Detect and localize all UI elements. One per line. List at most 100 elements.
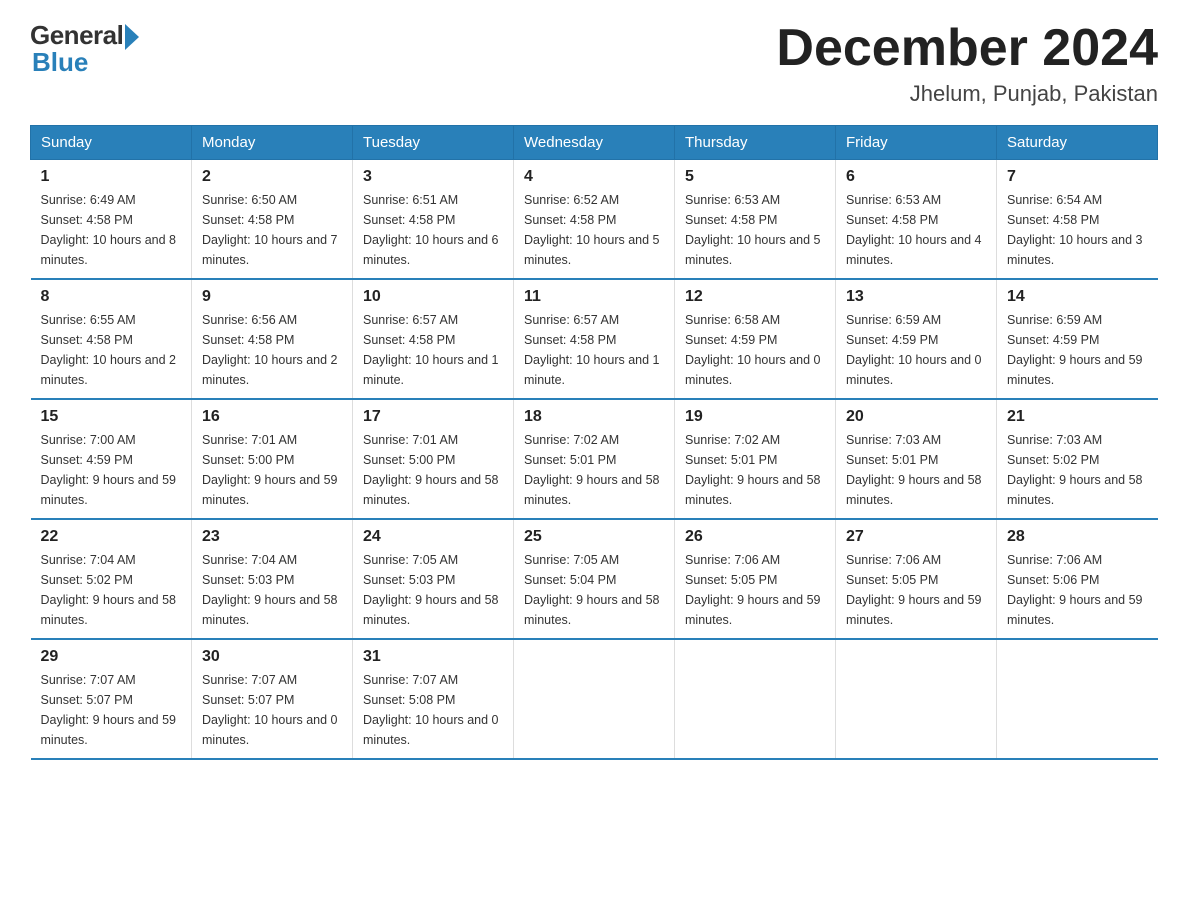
col-header-thursday: Thursday <box>675 126 836 160</box>
day-cell: 29 Sunrise: 7:07 AMSunset: 5:07 PMDaylig… <box>31 639 192 759</box>
day-cell: 24 Sunrise: 7:05 AMSunset: 5:03 PMDaylig… <box>353 519 514 639</box>
day-cell: 18 Sunrise: 7:02 AMSunset: 5:01 PMDaylig… <box>514 399 675 519</box>
day-info: Sunrise: 7:02 AMSunset: 5:01 PMDaylight:… <box>524 430 664 510</box>
day-number: 11 <box>524 288 664 306</box>
day-info: Sunrise: 6:50 AMSunset: 4:58 PMDaylight:… <box>202 190 342 270</box>
day-number: 27 <box>846 528 986 546</box>
day-number: 31 <box>363 648 503 666</box>
day-cell: 22 Sunrise: 7:04 AMSunset: 5:02 PMDaylig… <box>31 519 192 639</box>
week-row-5: 29 Sunrise: 7:07 AMSunset: 5:07 PMDaylig… <box>31 639 1158 759</box>
day-info: Sunrise: 7:07 AMSunset: 5:08 PMDaylight:… <box>363 670 503 750</box>
day-info: Sunrise: 7:05 AMSunset: 5:03 PMDaylight:… <box>363 550 503 630</box>
day-cell: 19 Sunrise: 7:02 AMSunset: 5:01 PMDaylig… <box>675 399 836 519</box>
day-number: 7 <box>1007 168 1148 186</box>
calendar-table: SundayMondayTuesdayWednesdayThursdayFrid… <box>30 125 1158 760</box>
day-cell: 16 Sunrise: 7:01 AMSunset: 5:00 PMDaylig… <box>192 399 353 519</box>
title-area: December 2024 Jhelum, Punjab, Pakistan <box>776 20 1158 107</box>
day-cell: 28 Sunrise: 7:06 AMSunset: 5:06 PMDaylig… <box>997 519 1158 639</box>
day-cell: 5 Sunrise: 6:53 AMSunset: 4:58 PMDayligh… <box>675 160 836 280</box>
day-cell: 12 Sunrise: 6:58 AMSunset: 4:59 PMDaylig… <box>675 279 836 399</box>
logo-arrow-icon <box>125 24 139 50</box>
day-cell: 11 Sunrise: 6:57 AMSunset: 4:58 PMDaylig… <box>514 279 675 399</box>
day-info: Sunrise: 7:01 AMSunset: 5:00 PMDaylight:… <box>202 430 342 510</box>
day-cell <box>675 639 836 759</box>
day-number: 16 <box>202 408 342 426</box>
day-number: 9 <box>202 288 342 306</box>
day-cell: 17 Sunrise: 7:01 AMSunset: 5:00 PMDaylig… <box>353 399 514 519</box>
week-row-2: 8 Sunrise: 6:55 AMSunset: 4:58 PMDayligh… <box>31 279 1158 399</box>
day-number: 18 <box>524 408 664 426</box>
day-number: 23 <box>202 528 342 546</box>
day-info: Sunrise: 7:04 AMSunset: 5:03 PMDaylight:… <box>202 550 342 630</box>
day-cell: 31 Sunrise: 7:07 AMSunset: 5:08 PMDaylig… <box>353 639 514 759</box>
day-number: 6 <box>846 168 986 186</box>
day-cell: 21 Sunrise: 7:03 AMSunset: 5:02 PMDaylig… <box>997 399 1158 519</box>
day-number: 19 <box>685 408 825 426</box>
col-header-friday: Friday <box>836 126 997 160</box>
day-number: 30 <box>202 648 342 666</box>
day-info: Sunrise: 6:49 AMSunset: 4:58 PMDaylight:… <box>41 190 182 270</box>
day-cell: 27 Sunrise: 7:06 AMSunset: 5:05 PMDaylig… <box>836 519 997 639</box>
day-cell: 23 Sunrise: 7:04 AMSunset: 5:03 PMDaylig… <box>192 519 353 639</box>
day-cell: 26 Sunrise: 7:06 AMSunset: 5:05 PMDaylig… <box>675 519 836 639</box>
day-info: Sunrise: 6:55 AMSunset: 4:58 PMDaylight:… <box>41 310 182 390</box>
day-info: Sunrise: 7:02 AMSunset: 5:01 PMDaylight:… <box>685 430 825 510</box>
day-info: Sunrise: 6:57 AMSunset: 4:58 PMDaylight:… <box>363 310 503 390</box>
day-info: Sunrise: 7:07 AMSunset: 5:07 PMDaylight:… <box>41 670 182 750</box>
day-cell: 3 Sunrise: 6:51 AMSunset: 4:58 PMDayligh… <box>353 160 514 280</box>
day-cell: 7 Sunrise: 6:54 AMSunset: 4:58 PMDayligh… <box>997 160 1158 280</box>
day-number: 28 <box>1007 528 1148 546</box>
day-info: Sunrise: 7:05 AMSunset: 5:04 PMDaylight:… <box>524 550 664 630</box>
day-info: Sunrise: 6:57 AMSunset: 4:58 PMDaylight:… <box>524 310 664 390</box>
day-number: 29 <box>41 648 182 666</box>
day-number: 26 <box>685 528 825 546</box>
col-header-saturday: Saturday <box>997 126 1158 160</box>
day-number: 15 <box>41 408 182 426</box>
day-number: 25 <box>524 528 664 546</box>
day-number: 10 <box>363 288 503 306</box>
day-info: Sunrise: 6:59 AMSunset: 4:59 PMDaylight:… <box>846 310 986 390</box>
day-number: 5 <box>685 168 825 186</box>
location-text: Jhelum, Punjab, Pakistan <box>776 81 1158 107</box>
day-info: Sunrise: 7:06 AMSunset: 5:05 PMDaylight:… <box>846 550 986 630</box>
day-info: Sunrise: 6:54 AMSunset: 4:58 PMDaylight:… <box>1007 190 1148 270</box>
day-info: Sunrise: 6:51 AMSunset: 4:58 PMDaylight:… <box>363 190 503 270</box>
day-info: Sunrise: 6:53 AMSunset: 4:58 PMDaylight:… <box>685 190 825 270</box>
day-info: Sunrise: 6:59 AMSunset: 4:59 PMDaylight:… <box>1007 310 1148 390</box>
day-cell <box>997 639 1158 759</box>
day-info: Sunrise: 6:52 AMSunset: 4:58 PMDaylight:… <box>524 190 664 270</box>
logo: General Blue <box>30 20 139 78</box>
day-number: 24 <box>363 528 503 546</box>
col-header-wednesday: Wednesday <box>514 126 675 160</box>
day-cell <box>836 639 997 759</box>
day-number: 17 <box>363 408 503 426</box>
week-row-1: 1 Sunrise: 6:49 AMSunset: 4:58 PMDayligh… <box>31 160 1158 280</box>
day-cell: 25 Sunrise: 7:05 AMSunset: 5:04 PMDaylig… <box>514 519 675 639</box>
day-cell: 20 Sunrise: 7:03 AMSunset: 5:01 PMDaylig… <box>836 399 997 519</box>
day-cell: 1 Sunrise: 6:49 AMSunset: 4:58 PMDayligh… <box>31 160 192 280</box>
day-cell: 15 Sunrise: 7:00 AMSunset: 4:59 PMDaylig… <box>31 399 192 519</box>
day-cell: 6 Sunrise: 6:53 AMSunset: 4:58 PMDayligh… <box>836 160 997 280</box>
day-number: 14 <box>1007 288 1148 306</box>
week-row-3: 15 Sunrise: 7:00 AMSunset: 4:59 PMDaylig… <box>31 399 1158 519</box>
day-cell: 4 Sunrise: 6:52 AMSunset: 4:58 PMDayligh… <box>514 160 675 280</box>
day-cell: 14 Sunrise: 6:59 AMSunset: 4:59 PMDaylig… <box>997 279 1158 399</box>
day-info: Sunrise: 7:07 AMSunset: 5:07 PMDaylight:… <box>202 670 342 750</box>
day-info: Sunrise: 6:53 AMSunset: 4:58 PMDaylight:… <box>846 190 986 270</box>
day-cell: 10 Sunrise: 6:57 AMSunset: 4:58 PMDaylig… <box>353 279 514 399</box>
day-number: 12 <box>685 288 825 306</box>
day-number: 22 <box>41 528 182 546</box>
day-cell: 8 Sunrise: 6:55 AMSunset: 4:58 PMDayligh… <box>31 279 192 399</box>
month-title: December 2024 <box>776 20 1158 77</box>
day-number: 4 <box>524 168 664 186</box>
day-cell: 2 Sunrise: 6:50 AMSunset: 4:58 PMDayligh… <box>192 160 353 280</box>
day-number: 20 <box>846 408 986 426</box>
day-number: 3 <box>363 168 503 186</box>
logo-blue-text: Blue <box>32 47 88 78</box>
day-number: 2 <box>202 168 342 186</box>
day-cell: 13 Sunrise: 6:59 AMSunset: 4:59 PMDaylig… <box>836 279 997 399</box>
day-info: Sunrise: 7:06 AMSunset: 5:06 PMDaylight:… <box>1007 550 1148 630</box>
day-cell <box>514 639 675 759</box>
day-number: 21 <box>1007 408 1148 426</box>
day-info: Sunrise: 7:01 AMSunset: 5:00 PMDaylight:… <box>363 430 503 510</box>
